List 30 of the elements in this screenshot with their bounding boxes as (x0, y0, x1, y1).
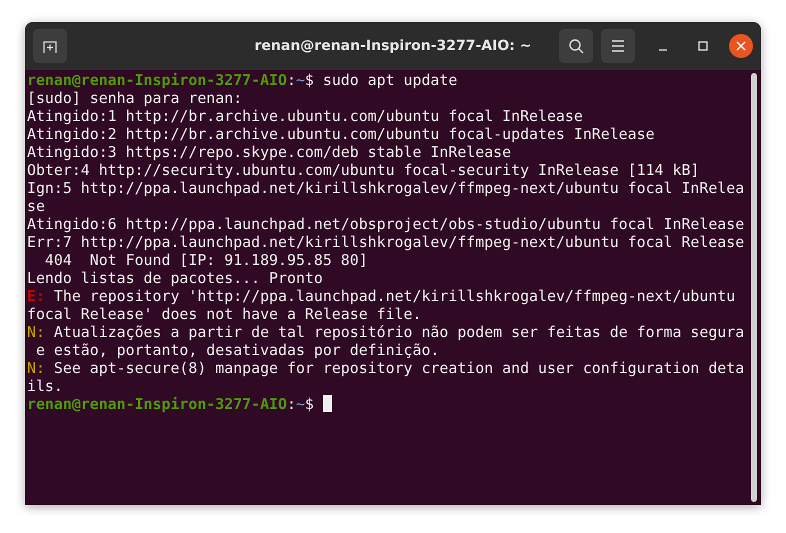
output-line: se (27, 197, 45, 215)
output-line: Atingido:6 http://ppa.launchpad.net/obsproject/obs-studio/ubuntu focal InRelease (27, 215, 744, 233)
menu-button[interactable] (601, 29, 635, 63)
output-line: Obter:4 http://security.ubuntu.com/ubuntu focal-security InRelease [114 kB] (27, 161, 700, 179)
output-line: N: Atualizações a partir de tal repositório não podem ser feitas de forma segura (27, 323, 744, 341)
minimize-icon (658, 49, 668, 51)
output-line: E: The repository 'http://ppa.launchpad.net/kirillshkrogalev/ffmpeg-next/ubuntu (27, 287, 736, 305)
search-button[interactable] (559, 29, 593, 63)
prompt-line: renan@renan-Inspiron-3277-AIO:~$ (27, 395, 332, 413)
output-line: Lendo listas de pacotes... Pronto (27, 269, 323, 287)
new-tab-button[interactable] (33, 29, 67, 63)
output-line: Atingido:1 http://br.archive.ubuntu.com/ubuntu focal InRelease (27, 107, 583, 125)
output-line: [sudo] senha para renan: (27, 89, 242, 107)
prompt-line: renan@renan-Inspiron-3277-AIO:~$ sudo apt update (27, 71, 458, 89)
search-icon (568, 38, 584, 54)
output-line: Atingido:3 https://repo.skype.com/deb stable InRelease (27, 143, 512, 161)
output-line: e estão, portanto, desativadas por definição. (34, 341, 440, 359)
window-title: renan@renan-Inspiron-3277-AIO: ~ (254, 38, 532, 54)
close-button[interactable] (729, 34, 753, 58)
output-line: focal Release' does not have a Release file. (27, 305, 422, 323)
close-icon (736, 41, 746, 51)
output-line: Ign:5 http://ppa.launchpad.net/kirillshkrogalev/ffmpeg-next/ubuntu focal InRelea (27, 179, 744, 197)
output-line: 404 Not Found [IP: 91.189.95.85 80] (44, 251, 368, 269)
maximize-icon (698, 41, 708, 51)
output-line: Atingido:2 http://br.archive.ubuntu.com/ubuntu focal-updates InRelease (27, 125, 655, 143)
menu-icon (611, 40, 625, 52)
scrollbar[interactable] (751, 73, 757, 502)
output-line: Err:7 http://ppa.launchpad.net/kirillshkrogalev/ffmpeg-next/ubuntu focal Release (27, 233, 744, 251)
output-line: N: See apt-secure(8) manpage for repository creation and user configuration deta (27, 359, 744, 377)
output-line: ils. (27, 377, 63, 395)
